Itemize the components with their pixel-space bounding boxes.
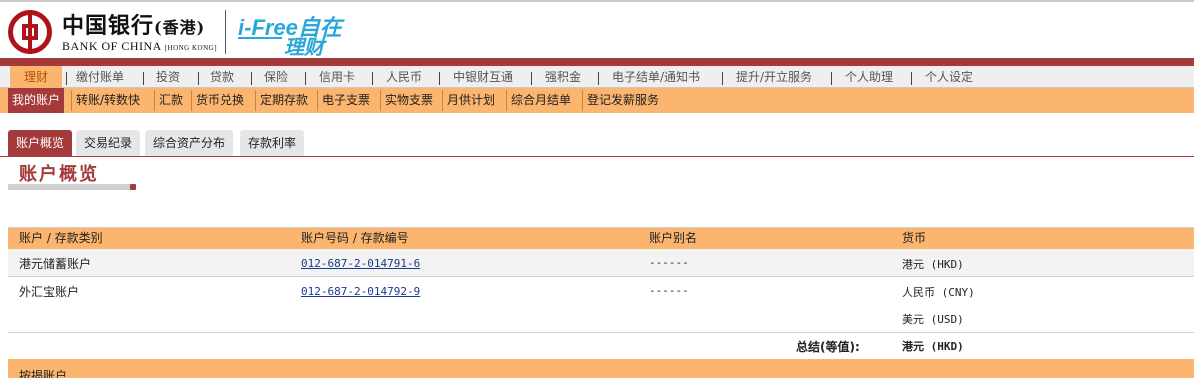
sub-nav-item-remittance[interactable]: 汇款 [155,88,187,113]
main-nav-item-insurance[interactable]: 保险 [264,66,288,88]
title-underline [8,184,130,190]
nav-separator [439,72,440,85]
main-nav: 理财 缴付账单 投资 贷款 保险 信用卡 人民币 中银财互通 强积金 电子结单/… [0,66,1194,88]
account-number-link[interactable]: 012-687-2-014792-9 [301,285,420,298]
logo-divider [225,10,226,54]
table-row: 外汇宝账户 012-687-2-014792-9 ------ 人民币 (CNY… [8,277,1194,332]
summary-label: 总结(等值): [796,340,860,354]
mortgage-section-label: 按揭账户 [19,369,68,378]
ifree-logo-swoosh [238,37,282,39]
bank-name-cn-main: 中国银行 [62,13,155,39]
accounts-table-header: 账户 / 存款类别 账户号码 / 存款编号 账户别名 货币 [8,228,1194,249]
table-row: 港元储蓄账户 012-687-2-014791-6 ------ 港元 (HKD… [8,249,1194,276]
mortgage-section-header: 按揭账户 [8,359,1194,378]
tab-underline [0,156,1194,157]
account-currency: 美元 (USD) [902,313,964,326]
main-nav-item-boc-connect[interactable]: 中银财互通 [453,66,513,88]
nav-separator [831,72,832,85]
sub-nav-item-physical-cheque[interactable]: 实物支票 [381,88,437,113]
account-currency: 人民币 (CNY) [902,286,975,299]
col-header-alias: 账户别名 [649,231,698,245]
ifree-logo-line2: 理财 [284,37,324,59]
sub-nav: 我的账户 转账/转数快 汇款 货币兑换 定期存款 电子支票 实物支票 月供计划 … [0,88,1194,113]
sub-nav-item-payroll-registration[interactable]: 登记发薪服务 [583,88,663,113]
bank-name-cn-region: (香港) [154,18,206,37]
nav-separator [305,72,306,85]
tab-transaction-history[interactable]: 交易纪录 [76,130,141,156]
account-number-link[interactable]: 012-687-2-014791-6 [301,257,420,270]
main-nav-item-loans[interactable]: 贷款 [210,66,234,88]
account-alias: ------ [649,256,689,269]
account-alias: ------ [649,284,689,297]
sub-nav-item-currency-exchange[interactable]: 货币兑换 [192,88,248,113]
nav-separator [531,72,532,85]
col-header-account-number: 账户号码 / 存款编号 [301,231,409,245]
summary-currency: 港元 (HKD) [902,340,964,353]
sub-nav-item-transfer[interactable]: 转账/转数快 [72,88,144,113]
main-nav-item-personal-assistant[interactable]: 个人助理 [845,66,893,88]
sub-nav-item-echeque[interactable]: 电子支票 [318,88,374,113]
nav-separator [598,72,599,85]
bank-name-en-main: BANK OF CHINA [62,39,162,53]
nav-separator [143,72,144,85]
nav-separator [251,72,252,85]
boc-logo-icon[interactable] [8,10,52,54]
sub-nav-item-monthly-plan[interactable]: 月供计划 [443,88,499,113]
sub-nav-item-my-accounts[interactable]: 我的账户 [8,88,65,113]
header-red-bar [0,58,1194,66]
tab-asset-distribution[interactable]: 综合资产分布 [145,130,234,156]
nav-separator [911,72,912,85]
nav-separator [66,72,67,85]
account-type: 外汇宝账户 [19,285,80,299]
nav-separator [722,72,723,85]
main-nav-item-wealth[interactable]: 理财 [10,66,63,88]
account-currency: 港元 (HKD) [902,258,964,271]
page-title: 账户概览 [19,164,99,185]
sub-nav-item-time-deposit[interactable]: 定期存款 [256,88,312,113]
account-type: 港元储蓄账户 [19,257,92,271]
main-nav-item-bill-payment[interactable]: 缴付账单 [76,66,124,88]
main-nav-item-upgrade-service[interactable]: 提升/开立服务 [736,66,812,88]
bank-name-cn: 中国银行(香港) [62,8,205,40]
account-number-cell: 012-687-2-014791-6 [301,256,420,270]
main-nav-item-rmb[interactable]: 人民币 [386,66,422,88]
main-nav-item-estatement[interactable]: 电子结单/通知书 [612,66,700,88]
bank-name-en: BANK OF CHINA [HONG KONG] [62,39,217,54]
main-nav-item-credit-card[interactable]: 信用卡 [319,66,355,88]
tab-deposit-rates[interactable]: 存款利率 [240,130,305,156]
summary-row: 总结(等值): 港元 (HKD) [8,333,1194,358]
nav-separator [198,72,199,85]
account-tabs: 账户概览 交易纪录 综合资产分布 存款利率 [0,130,1194,156]
nav-separator [372,72,373,85]
main-nav-item-settings[interactable]: 个人设定 [925,66,973,88]
account-number-cell: 012-687-2-014792-9 [301,284,420,298]
site-header: 中国银行(香港) BANK OF CHINA [HONG KONG] i-Fre… [0,2,1194,59]
sub-nav-item-consolidated-statement[interactable]: 综合月结单 [507,88,575,113]
tab-account-overview[interactable]: 账户概览 [8,130,73,156]
main-nav-item-investment[interactable]: 投资 [156,66,180,88]
col-header-currency: 货币 [902,231,927,245]
bank-name-en-region: [HONG KONG] [164,44,218,52]
title-dot [130,184,136,190]
col-header-account-type: 账户 / 存款类别 [19,231,103,245]
main-nav-item-mpf[interactable]: 强积金 [545,66,581,88]
